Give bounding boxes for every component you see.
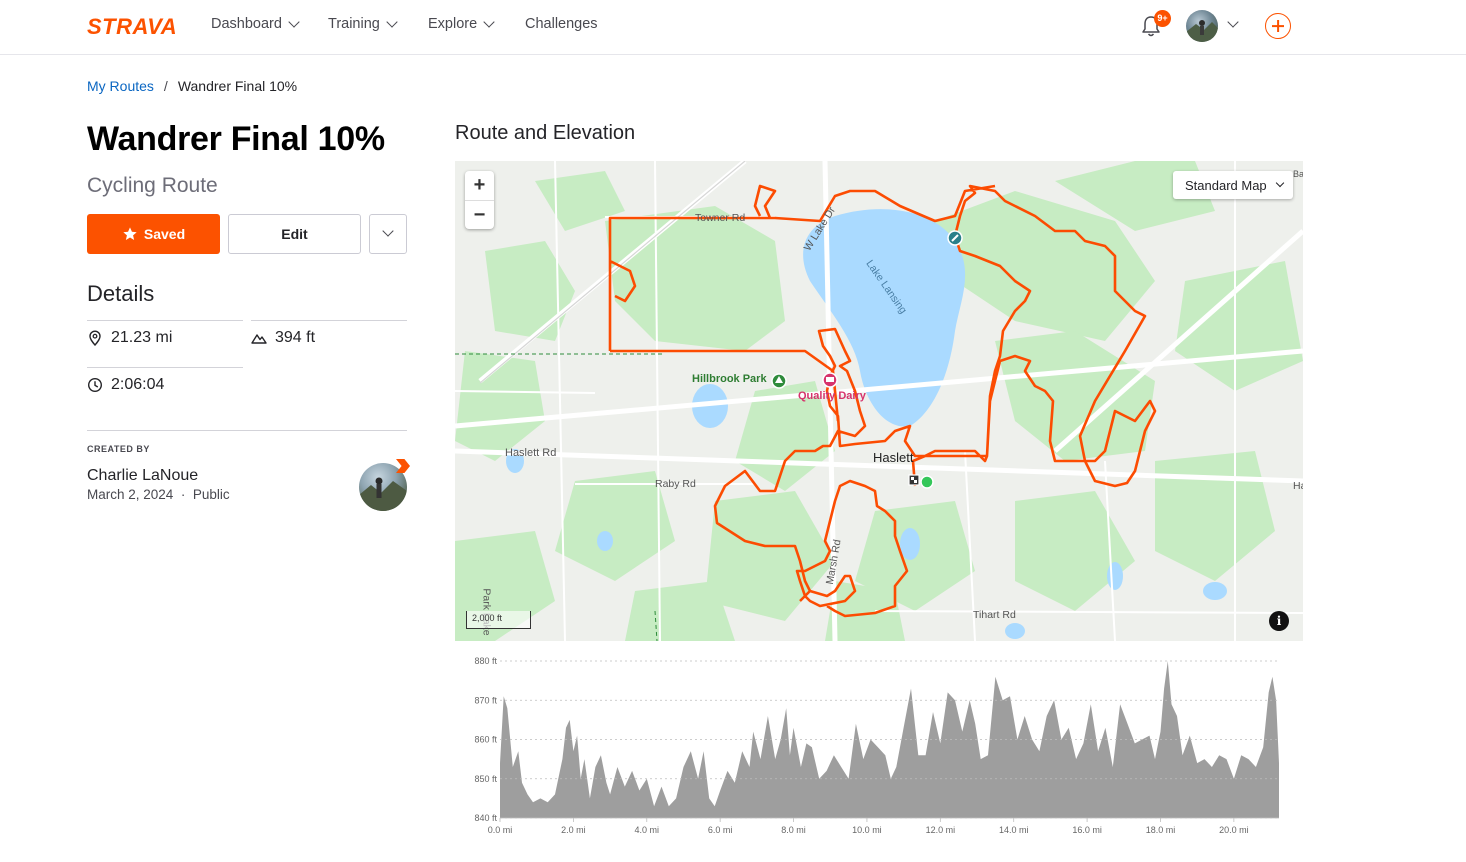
- zoom-in-button[interactable]: +: [465, 171, 494, 200]
- nav-training[interactable]: Training: [328, 16, 398, 32]
- stat-elevation: 394 ft: [251, 329, 315, 347]
- more-actions-button[interactable]: [369, 214, 407, 254]
- y-tick-label: 880 ft: [474, 656, 497, 666]
- elevation-value: 394 ft: [275, 329, 316, 346]
- creator-date: March 2, 2024: [87, 487, 174, 502]
- label-haslett-rd: Haslett Rd: [505, 447, 557, 459]
- x-tick-label: 10.0 mi: [852, 825, 882, 835]
- elevation-icon: [251, 334, 267, 344]
- stat-distance: 21.23 mi: [87, 329, 172, 347]
- chevron-down-icon: [1275, 178, 1284, 188]
- divider: [251, 320, 407, 321]
- chevron-down-icon: [386, 16, 398, 28]
- page-title: Wandrer Final 10%: [87, 120, 385, 158]
- star-icon: [123, 227, 137, 240]
- x-tick-label: 16.0 mi: [1072, 825, 1102, 835]
- nav-explore[interactable]: Explore: [428, 16, 495, 32]
- strava-logo[interactable]: STRAVA: [87, 14, 177, 40]
- start-marker: [920, 475, 934, 489]
- zoom-control: + −: [465, 171, 494, 229]
- label-ba: Ba: [1293, 169, 1303, 179]
- x-tick-label: 4.0 mi: [635, 825, 660, 835]
- x-tick-label: 20.0 mi: [1219, 825, 1249, 835]
- creator-meta: March 2, 2024 · Public: [87, 487, 230, 502]
- chevron-down-icon: [288, 16, 300, 28]
- x-tick-label: 6.0 mi: [708, 825, 733, 835]
- top-navigation: STRAVA Dashboard Training Explore Challe…: [0, 0, 1466, 55]
- breadcrumb-my-routes[interactable]: My Routes: [87, 78, 154, 94]
- nav-challenges[interactable]: Challenges: [525, 16, 598, 32]
- x-tick-label: 12.0 mi: [926, 825, 956, 835]
- info-icon[interactable]: i: [1269, 611, 1289, 631]
- label-quality-dairy: Quality Dairy: [798, 390, 866, 402]
- divider: [87, 367, 243, 368]
- y-tick-label: 870 ft: [474, 695, 497, 705]
- x-tick-label: 8.0 mi: [781, 825, 806, 835]
- route-visibility: Public: [192, 487, 230, 502]
- location-pin-icon: [89, 330, 101, 346]
- stat-time: 2:06:04: [87, 376, 164, 394]
- section-heading: Route and Elevation: [455, 122, 636, 144]
- x-tick-label: 18.0 mi: [1146, 825, 1176, 835]
- chevron-down-icon[interactable]: [1227, 16, 1239, 28]
- elevation-chart[interactable]: 840 ft 850 ft 860 ft 870 ft 880 ft 0.0 mi 2.0 …: [455, 650, 1303, 850]
- edit-button[interactable]: Edit: [228, 214, 361, 254]
- nav-training-label: Training: [328, 16, 380, 32]
- label-hillbrook-park: Hillbrook Park: [692, 373, 767, 385]
- label-towner-rd: Towner Rd: [695, 212, 746, 224]
- chevron-down-icon: [382, 225, 394, 237]
- label-raby-rd: Raby Rd: [655, 478, 696, 490]
- time-value: 2:06:04: [111, 376, 165, 393]
- meta-separator: ·: [177, 487, 190, 502]
- nav-dashboard-label: Dashboard: [211, 16, 282, 32]
- map-style-select[interactable]: Standard Map: [1173, 171, 1293, 199]
- x-tick-label: 0.0 mi: [488, 825, 513, 835]
- created-by-label: CREATED BY: [87, 444, 150, 454]
- saved-label: Saved: [143, 226, 186, 242]
- divider: [87, 320, 243, 321]
- creator-name[interactable]: Charlie LaNoue: [87, 467, 198, 485]
- nav-dashboard[interactable]: Dashboard: [211, 16, 300, 32]
- nav-challenges-label: Challenges: [525, 16, 598, 32]
- nav-explore-label: Explore: [428, 16, 478, 32]
- route-map[interactable]: Towner Rd W Lake Dr Lake Lansing Hillbro…: [455, 161, 1303, 641]
- y-tick-label: 860 ft: [474, 735, 497, 745]
- x-tick-label: 14.0 mi: [999, 825, 1029, 835]
- y-tick-label: 850 ft: [474, 774, 497, 784]
- map-style-label: Standard Map: [1185, 177, 1267, 193]
- zoom-out-button[interactable]: −: [465, 200, 494, 229]
- divider: [87, 430, 407, 431]
- details-heading: Details: [87, 281, 155, 306]
- profile-photo: [1186, 20, 1218, 42]
- breadcrumb-separator: /: [163, 78, 168, 94]
- clock-icon: [87, 377, 103, 393]
- saved-button[interactable]: Saved: [87, 214, 220, 254]
- notification-badge: 9+: [1154, 10, 1171, 27]
- label-tihart-rd: Tihart Rd: [973, 609, 1016, 621]
- y-tick-label: 840 ft: [474, 813, 497, 823]
- map-canvas: [455, 161, 1303, 641]
- add-icon[interactable]: [1265, 13, 1291, 39]
- breadcrumb: My Routes / Wandrer Final 10%: [87, 78, 297, 94]
- chevron-down-icon: [483, 16, 495, 28]
- breadcrumb-current: Wandrer Final 10%: [177, 78, 298, 94]
- map-scale: 2,000 ft: [466, 611, 531, 629]
- avatar[interactable]: [1186, 10, 1218, 42]
- label-ha: Ha: [1293, 480, 1303, 492]
- x-tick-label: 2.0 mi: [561, 825, 586, 835]
- route-type: Cycling Route: [87, 174, 218, 197]
- distance-value: 21.23 mi: [111, 329, 173, 346]
- label-haslett: Haslett: [873, 450, 914, 465]
